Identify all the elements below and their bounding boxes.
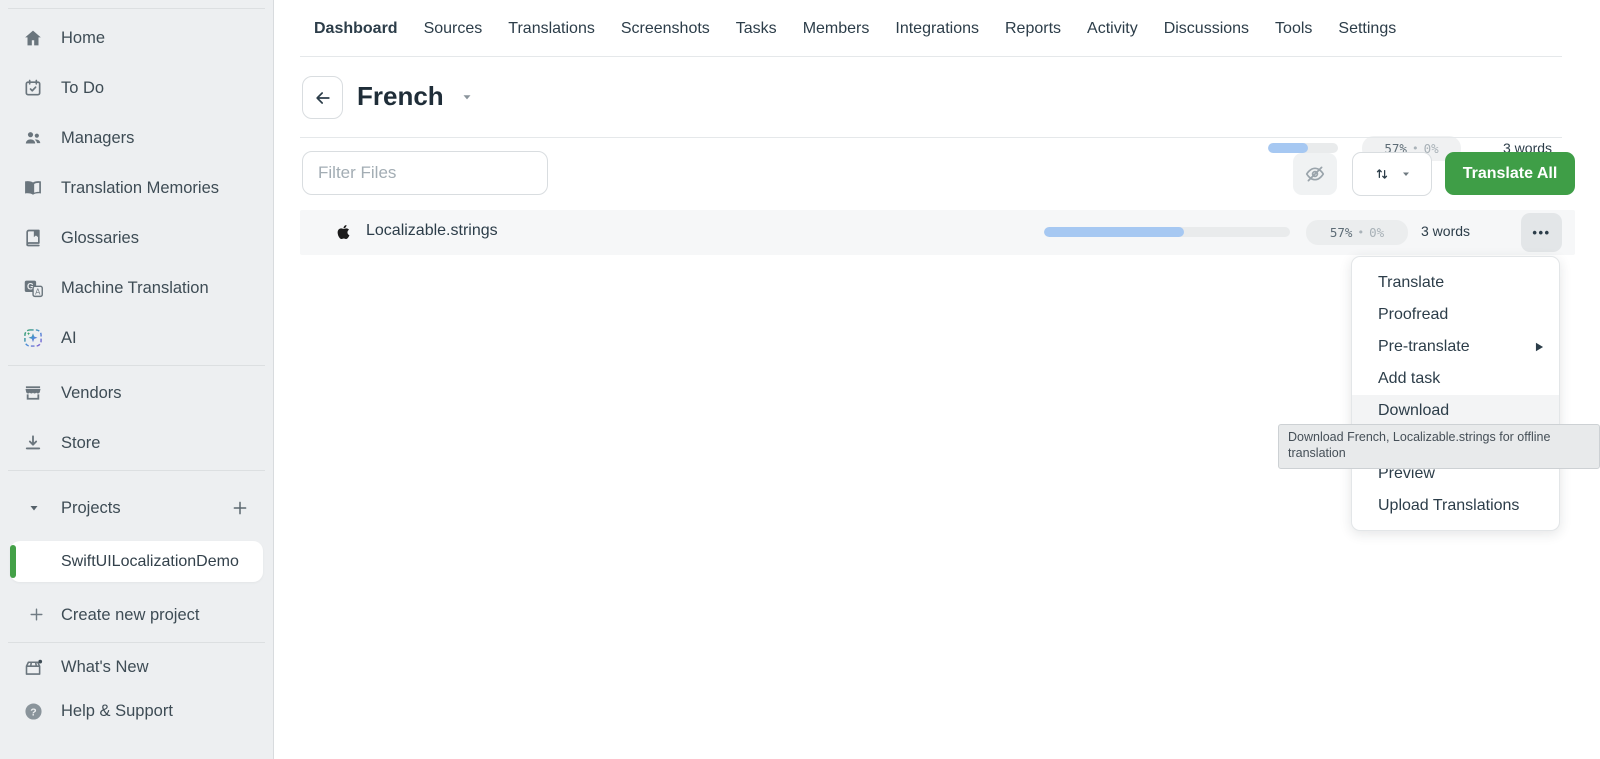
add-project-icon[interactable] (231, 499, 249, 517)
translation-memories-icon (22, 177, 44, 199)
file-progress-fill (1044, 227, 1185, 237)
file-more-button[interactable]: ••• (1521, 213, 1562, 252)
sidebar-item-managers[interactable]: Managers (0, 113, 273, 163)
managers-icon (22, 127, 44, 149)
sidebar-item-label: Home (61, 28, 106, 47)
sidebar-item-label: Managers (61, 128, 135, 147)
menu-item-download[interactable]: Download (1352, 395, 1559, 427)
sidebar-item-selected-project[interactable]: SwiftUILocalizationDemo (10, 541, 263, 582)
tab-activity[interactable]: Activity (1087, 20, 1138, 38)
sidebar-divider (8, 470, 265, 471)
file-row[interactable]: Localizable.strings 57% • 0% 3 words ••• (300, 210, 1575, 255)
file-progress-badge: 57% • 0% (1306, 220, 1408, 245)
sidebar: Home To Do Managers Translation Memories… (0, 0, 274, 759)
machine-translation-icon: G A (22, 277, 44, 299)
sidebar-item-label: Vendors (61, 383, 122, 402)
sidebar-item-translation-memories[interactable]: Translation Memories (0, 163, 273, 213)
store-icon (22, 432, 44, 454)
sort-arrows-icon (1373, 165, 1391, 183)
translate-all-button[interactable]: Translate All (1445, 152, 1575, 195)
home-icon (22, 27, 44, 49)
sidebar-item-ai[interactable]: AI (0, 313, 273, 363)
glossaries-icon (22, 227, 44, 249)
svg-text:A: A (35, 287, 41, 296)
back-button[interactable] (302, 76, 343, 119)
menu-item-translate[interactable]: Translate (1352, 267, 1559, 299)
sidebar-item-glossaries[interactable]: Glossaries (0, 213, 273, 263)
sidebar-projects-header: Projects (0, 483, 273, 533)
vendors-icon (22, 382, 44, 404)
file-progress-bar (1044, 227, 1290, 237)
toggle-hidden-files-button[interactable] (1293, 153, 1337, 195)
menu-item-add-task[interactable]: Add task (1352, 363, 1559, 395)
page-header: French 57% • 0% 3 words (275, 57, 1600, 161)
sidebar-item-label: Help & Support (61, 701, 173, 720)
sidebar-item-todo[interactable]: To Do (0, 63, 273, 113)
sidebar-item-create-project[interactable]: Create new project (0, 590, 273, 640)
menu-item-upload-translations[interactable]: Upload Translations (1352, 490, 1559, 522)
file-name: Localizable.strings (366, 222, 498, 239)
sidebar-divider (8, 642, 265, 643)
approved-percent: 0% (1369, 225, 1385, 240)
tab-settings[interactable]: Settings (1338, 20, 1396, 38)
tab-reports[interactable]: Reports (1005, 20, 1061, 38)
file-context-menu: Translate Proofread Pre-translate Add ta… (1351, 256, 1560, 531)
sidebar-item-store[interactable]: Store (0, 418, 273, 468)
sidebar-divider (8, 365, 265, 366)
chevron-down-icon (1400, 168, 1412, 180)
sidebar-item-label: To Do (61, 78, 105, 97)
sidebar-item-help[interactable]: ? Help & Support (0, 689, 273, 733)
create-project-label: Create new project (61, 605, 200, 624)
tab-integrations[interactable]: Integrations (895, 20, 979, 38)
project-name: SwiftUILocalizationDemo (61, 552, 239, 570)
sidebar-item-label: Translation Memories (61, 178, 220, 197)
tab-discussions[interactable]: Discussions (1164, 20, 1249, 38)
ai-icon (22, 327, 44, 349)
tab-dashboard[interactable]: Dashboard (314, 20, 398, 38)
main-content: Dashboard Sources Translations Screensho… (275, 0, 1600, 759)
svg-text:?: ? (30, 706, 36, 718)
sidebar-item-label: Glossaries (61, 228, 139, 247)
download-tooltip: Download French, Localizable.strings for… (1278, 424, 1600, 469)
chevron-down-icon[interactable] (460, 90, 474, 104)
menu-item-pre-translate[interactable]: Pre-translate (1352, 331, 1559, 363)
tab-tools[interactable]: Tools (1275, 20, 1312, 38)
separator-dot: • (1357, 226, 1365, 239)
menu-item-label: Pre-translate (1378, 338, 1470, 355)
tab-screenshots[interactable]: Screenshots (621, 20, 710, 38)
apple-platform-icon (337, 224, 350, 240)
files-toolbar: Translate All (275, 138, 1600, 210)
sidebar-item-vendors[interactable]: Vendors (0, 368, 273, 418)
chevron-down-icon[interactable] (28, 502, 40, 514)
tab-tasks[interactable]: Tasks (736, 20, 777, 38)
eye-off-icon (1304, 163, 1326, 185)
projects-label: Projects (61, 498, 121, 517)
file-word-count: 3 words (1421, 223, 1471, 239)
sidebar-item-label: Store (61, 433, 101, 452)
sidebar-item-home[interactable]: Home (0, 13, 273, 63)
whats-new-icon (22, 656, 44, 678)
arrow-left-icon (313, 88, 333, 108)
sidebar-item-label: What's New (61, 657, 149, 676)
todo-icon (22, 77, 44, 99)
sidebar-item-label: AI (61, 328, 77, 347)
project-tabs: Dashboard Sources Translations Screensho… (275, 0, 1600, 57)
tab-members[interactable]: Members (803, 20, 870, 38)
plus-icon (28, 606, 46, 624)
sidebar-divider (8, 8, 265, 9)
menu-item-proofread[interactable]: Proofread (1352, 299, 1559, 331)
tab-sources[interactable]: Sources (424, 20, 483, 38)
sidebar-item-label: Machine Translation (61, 278, 209, 297)
tab-translations[interactable]: Translations (508, 20, 595, 38)
page-title: French (357, 81, 444, 111)
translated-percent: 57% (1329, 225, 1353, 240)
sort-files-button[interactable] (1352, 152, 1432, 196)
project-active-indicator (10, 545, 16, 578)
filter-files-input[interactable] (302, 151, 548, 195)
submenu-arrow-icon (1535, 342, 1544, 352)
help-icon: ? (22, 700, 44, 722)
sidebar-item-whats-new[interactable]: What's New (0, 645, 273, 689)
sidebar-item-machine-translation[interactable]: G A Machine Translation (0, 263, 273, 313)
